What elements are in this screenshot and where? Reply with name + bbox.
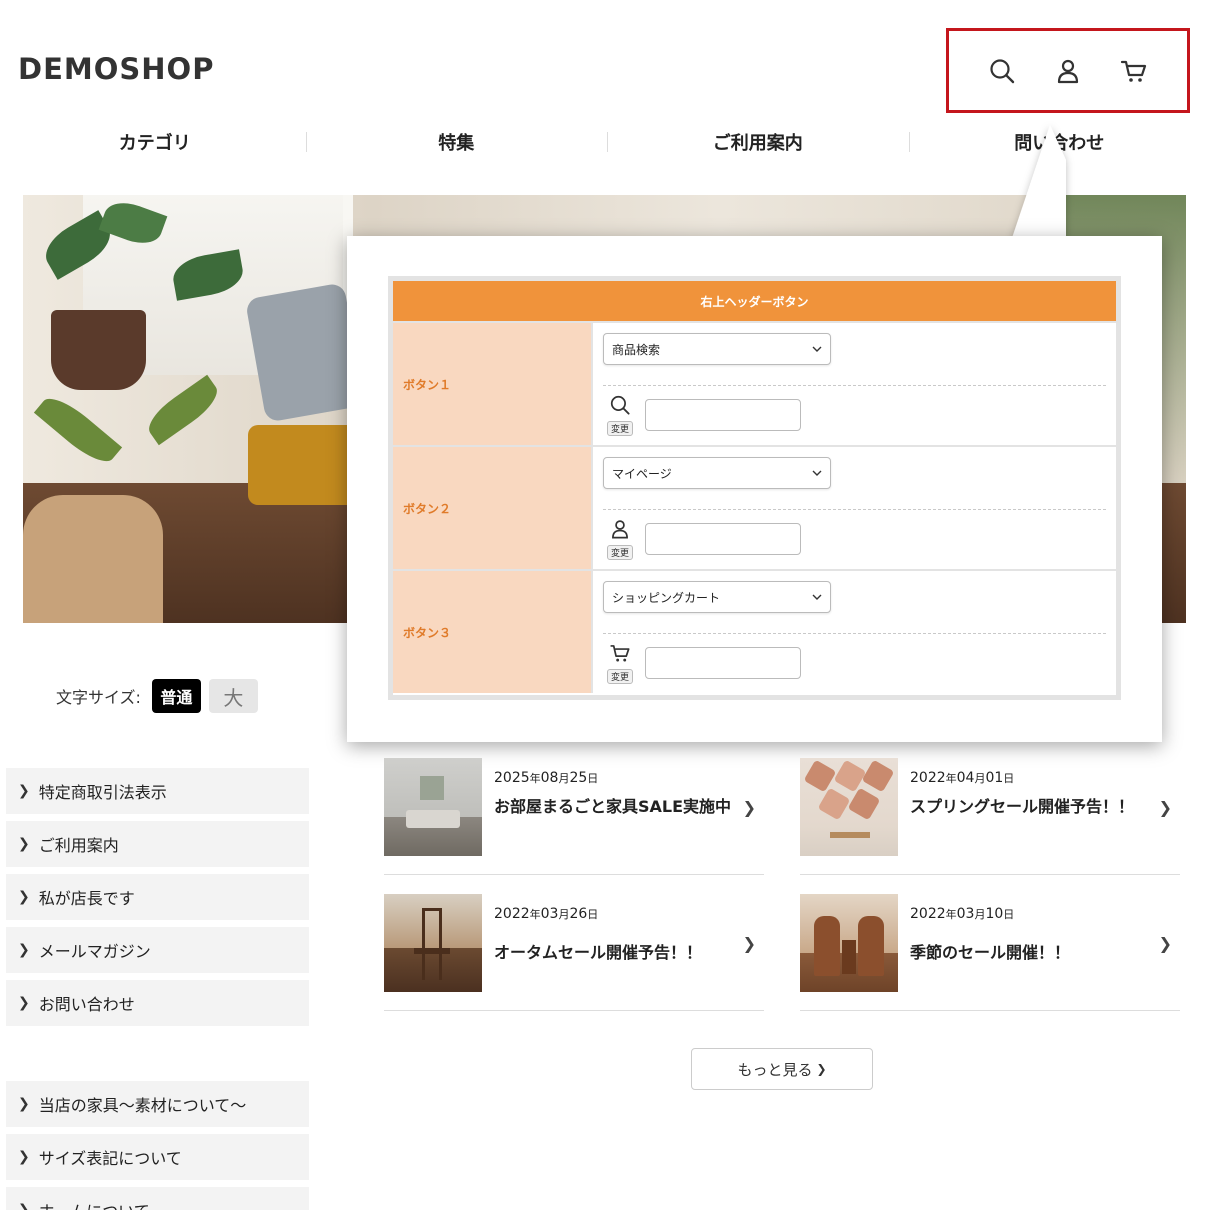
chevron-right-icon: ❯ [1158,798,1172,817]
news-item[interactable]: 2022年03月10日 季節のセール開催！！ ❯ [800,894,1180,1011]
news-title: オータムセール開催予告！！ [494,943,703,962]
chevron-right-icon: ❯ [1158,934,1172,953]
config-row-button1: ボタン１ 商品検索 変更 [393,321,1116,445]
sidebar-item-tokutei[interactable]: ❯ 特定商取引法表示 [6,768,309,814]
sidebar-item-manager[interactable]: ❯ 私が店長です [6,874,309,920]
sidebar-item-size[interactable]: ❯ サイズ表記について [6,1134,309,1180]
change-icon-button[interactable]: 変更 [606,545,633,560]
font-size-switcher: 文字サイズ: 普通 大 [56,679,258,713]
gnav-guide[interactable]: ご利用案内 [607,120,909,164]
font-size-normal-button[interactable]: 普通 [151,679,201,713]
change-icon-button[interactable]: 変更 [606,421,633,436]
news-date: 2022年03月26日 [494,906,599,922]
chevron-right-icon: ❯ [18,836,30,852]
sidebar-item-label: メールマガジン [38,942,151,961]
news-date: 2025年08月25日 [494,770,599,786]
cart-icon[interactable] [1117,54,1151,88]
gnav-contact[interactable]: 問い合わせ [908,120,1210,164]
hero-leaf [33,389,123,471]
select-value: マイページ [612,466,672,481]
button3-select[interactable]: ショッピングカート [603,581,831,613]
font-size-label: 文字サイズ: [56,688,141,707]
sidebar-menu-2: ❯ 当店の家具〜素材について〜 ❯ サイズ表記について ❯ ホームについて [6,1081,309,1210]
chevron-right-icon: ❯ [18,1149,30,1165]
chevron-right-icon: ❯ [18,1096,30,1112]
config-row-button2: ボタン２ マイページ 変更 [393,445,1116,569]
user-icon[interactable] [1051,54,1085,88]
sidebar-item-contact[interactable]: ❯ お問い合わせ [6,980,309,1026]
chevron-right-icon: ❯ [816,1062,827,1076]
sidebar-item-label: お問い合わせ [38,995,135,1014]
news-item[interactable]: 2022年03月26日 オータムセール開催予告！！ ❯ [384,894,764,1011]
config-row-label: ボタン２ [393,447,593,569]
sidebar-item-label: 特定商取引法表示 [38,783,167,802]
gnav-feature[interactable]: 特集 [305,120,608,164]
sidebar-menu-1: ❯ 特定商取引法表示 ❯ ご利用案内 ❯ 私が店長です ❯ メールマガジン ❯ お問い合わ… [6,768,309,1033]
button1-select[interactable]: 商品検索 [603,333,831,365]
header-buttons-highlight [946,28,1190,113]
sidebar-item-label: 私が店長です [38,889,135,908]
news-title: 季節のセール開催！！ [910,943,1071,962]
chevron-down-icon [812,466,822,480]
header-button-config: 右上ヘッダーボタン ボタン１ 商品検索 変更 ボタン２ マイページ 変更 ボタン… [388,276,1121,700]
config-row-label: ボタン３ [393,571,593,693]
news-date: 2022年04月01日 [910,770,1015,786]
config-row-label: ボタン１ [393,323,593,445]
search-icon[interactable] [985,54,1019,88]
hero-basket [23,495,163,623]
news-title: お部屋まるごと家具SALE実施中 [494,797,732,816]
button2-select[interactable]: マイページ [603,457,831,489]
chevron-right-icon: ❯ [18,783,30,799]
select-value: 商品検索 [612,342,661,357]
select-value: ショッピングカート [612,590,721,605]
search-icon [609,394,631,420]
news-item[interactable]: 2025年08月25日 お部屋まるごと家具SALE実施中 ❯ [384,758,764,875]
news-date: 2022年03月10日 [910,906,1015,922]
chevron-right-icon: ❯ [742,934,756,953]
hero-pot [51,310,146,390]
sidebar-item-label: サイズ表記について [38,1149,182,1168]
news-thumbnail [800,758,898,856]
news-thumbnail [384,758,482,856]
global-nav: カテゴリ 特集 ご利用案内 問い合わせ [4,120,1210,164]
sidebar-item-guide[interactable]: ❯ ご利用案内 [6,821,309,867]
sidebar-item-home[interactable]: ❯ ホームについて [6,1187,309,1210]
sidebar-item-mailmagazine[interactable]: ❯ メールマガジン [6,927,309,973]
more-button[interactable]: もっと見る ❯ [691,1048,873,1090]
news-title: スプリングセール開催予告！！ [910,797,1135,816]
config-callout: 右上ヘッダーボタン ボタン１ 商品検索 変更 ボタン２ マイページ 変更 ボタン… [347,236,1162,742]
news-thumbnail [800,894,898,992]
chevron-right-icon: ❯ [742,798,756,817]
gnav-category[interactable]: カテゴリ [4,120,306,164]
news-item[interactable]: 2022年04月01日 スプリングセール開催予告！！ ❯ [800,758,1180,875]
config-row-button3: ボタン３ ショッピングカート 変更 [393,569,1116,693]
user-icon [609,518,631,544]
cart-icon [609,642,631,668]
chevron-right-icon: ❯ [18,995,30,1011]
site-logo[interactable]: DEMOSHOP [18,52,214,86]
font-size-large-button[interactable]: 大 [208,679,258,713]
chevron-right-icon: ❯ [18,1202,30,1210]
sidebar-item-label: ホームについて [39,1198,150,1210]
change-icon-button[interactable]: 変更 [606,669,633,684]
news-thumbnail [384,894,482,992]
config-title: 右上ヘッダーボタン [393,281,1116,321]
chevron-right-icon: ❯ [18,889,30,905]
sidebar-item-label: ご利用案内 [38,836,119,855]
sidebar-item-label: 当店の家具〜素材について〜 [38,1096,247,1115]
chevron-right-icon: ❯ [18,942,30,958]
chevron-down-icon [812,590,822,604]
chevron-down-icon [812,342,822,356]
button2-label-input[interactable] [645,523,801,555]
hero-leaf [141,374,225,446]
button3-label-input[interactable] [645,647,801,679]
sidebar-item-materials[interactable]: ❯ 当店の家具〜素材について〜 [6,1081,309,1127]
button1-label-input[interactable] [645,399,801,431]
